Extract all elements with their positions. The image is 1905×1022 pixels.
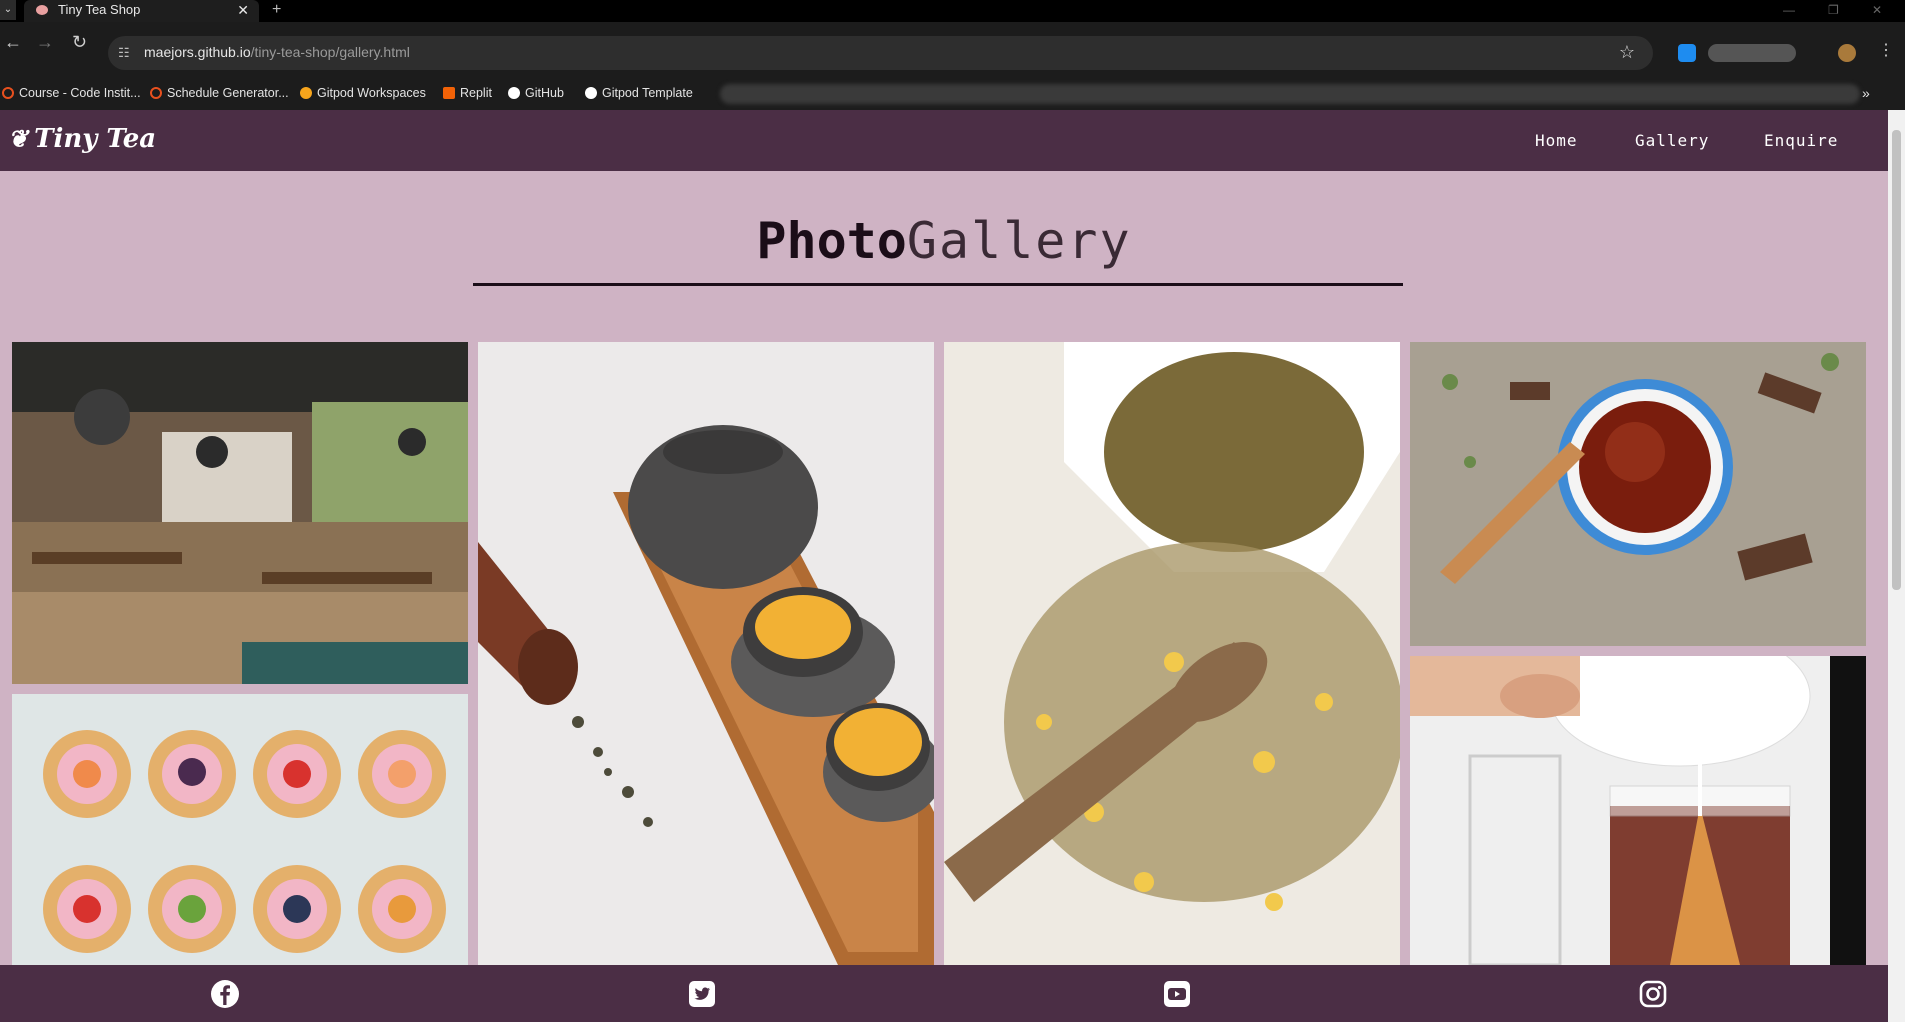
youtube-icon[interactable] <box>1162 979 1192 1009</box>
code-institute-icon <box>2 87 14 99</box>
back-icon[interactable]: ← <box>4 32 22 53</box>
bookmark-label: Gitpod Workspaces <box>317 86 426 100</box>
replit-icon <box>443 87 455 99</box>
leaf-icon: ❦ <box>8 124 29 153</box>
tab-favicon-icon <box>36 5 48 15</box>
browser-menu-icon[interactable]: ⋮ <box>1878 40 1894 60</box>
restore-icon[interactable]: ❐ <box>1828 0 1839 20</box>
github-icon <box>585 87 597 99</box>
new-tab-button[interactable]: + <box>272 0 281 20</box>
browser-tab[interactable]: Tiny Tea Shop ✕ <box>24 0 259 22</box>
logo-text: Tiny Tea <box>34 124 157 154</box>
site-header: ❦ Tiny Tea Home Gallery Enquire <box>0 110 1888 171</box>
herbal-tea-leaves-photo[interactable] <box>944 342 1400 965</box>
site-logo[interactable]: ❦ Tiny Tea <box>8 124 156 154</box>
bookmark-schedule-generator[interactable]: Schedule Generator... <box>150 84 289 102</box>
tab-title: Tiny Tea Shop <box>58 2 141 17</box>
page-scrollbar[interactable] <box>1888 110 1905 1022</box>
blurred-bookmarks <box>720 84 1860 104</box>
code-institute-icon <box>150 87 162 99</box>
title-light: Gallery <box>906 212 1132 270</box>
tea-cup-spoon-photo[interactable] <box>1410 342 1866 646</box>
close-window-icon[interactable]: ✕ <box>1872 0 1882 20</box>
gitpod-icon <box>300 87 312 99</box>
skype-extension-icon[interactable] <box>1678 44 1696 62</box>
forward-icon[interactable]: → <box>36 32 54 53</box>
pouring-tea-photo[interactable] <box>1410 656 1866 965</box>
facebook-icon[interactable] <box>210 979 240 1009</box>
bookmark-gitpod-workspaces[interactable]: Gitpod Workspaces <box>300 84 426 102</box>
url-host: maejors.github.io <box>144 44 251 60</box>
bookmark-label: Replit <box>460 86 492 100</box>
site-info-icon[interactable]: ☷ <box>118 45 130 61</box>
fruit-tarts-photo[interactable] <box>12 694 468 965</box>
bookmark-course[interactable]: Course - Code Instit... <box>2 84 141 102</box>
bookmark-label: Gitpod Template <box>602 86 693 100</box>
title-underline <box>473 283 1403 286</box>
more-bookmarks-icon[interactable]: » <box>1862 84 1870 102</box>
teapot-tray-photo[interactable] <box>478 342 934 965</box>
profile-avatar[interactable] <box>1838 44 1856 62</box>
bookmark-github[interactable]: GitHub <box>508 84 564 102</box>
nav-enquire[interactable]: Enquire <box>1764 131 1838 150</box>
profile-extension-blurred[interactable] <box>1708 44 1796 62</box>
url-text[interactable]: maejors.github.io/tiny-tea-shop/gallery.… <box>144 44 410 60</box>
bookmark-label: GitHub <box>525 86 564 100</box>
nav-gallery[interactable]: Gallery <box>1635 131 1709 150</box>
scrollbar-thumb[interactable] <box>1892 130 1901 590</box>
title-bold: Photo <box>756 212 907 270</box>
bookmark-label: Course - Code Instit... <box>19 86 141 100</box>
reload-icon[interactable]: ↻ <box>72 32 87 53</box>
address-bar[interactable]: ☷ maejors.github.io/tiny-tea-shop/galler… <box>108 36 1653 70</box>
close-tab-icon[interactable]: ✕ <box>237 0 249 20</box>
bookmark-gitpod-template[interactable]: Gitpod Template <box>585 84 693 102</box>
cafe-interior-photo[interactable] <box>12 342 468 684</box>
url-path: /tiny-tea-shop/gallery.html <box>250 44 410 60</box>
tab-search-button[interactable]: ⌄ <box>0 0 16 20</box>
bookmark-label: Schedule Generator... <box>167 86 289 100</box>
twitter-icon[interactable] <box>687 979 717 1009</box>
page-title: PhotoGallery <box>0 212 1888 270</box>
site-footer <box>0 965 1888 1022</box>
minimize-icon[interactable]: — <box>1783 0 1795 20</box>
bookmark-replit[interactable]: Replit <box>443 84 492 102</box>
github-icon <box>508 87 520 99</box>
nav-home[interactable]: Home <box>1535 131 1578 150</box>
instagram-icon[interactable] <box>1638 979 1668 1009</box>
bookmark-star-icon[interactable]: ☆ <box>1619 42 1635 63</box>
browser-tab-bar: ⌄ Tiny Tea Shop ✕ + — ❐ ✕ <box>0 0 1905 22</box>
